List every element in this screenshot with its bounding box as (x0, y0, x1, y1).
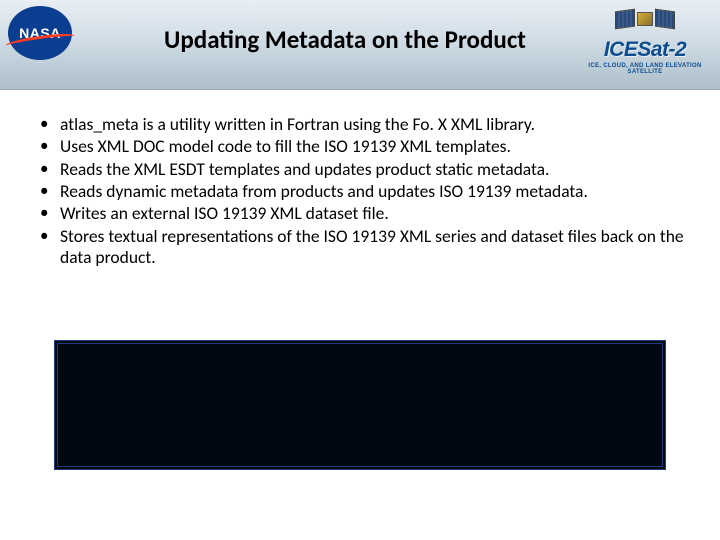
diagram-placeholder-box (54, 340, 666, 470)
header-band: NASA Updating Metadata on the Product IC… (0, 0, 720, 90)
bullet-list: atlas_meta is a utility written in Fortr… (34, 114, 686, 268)
slide: NASA Updating Metadata on the Product IC… (0, 0, 720, 540)
slide-title: Updating Metadata on the Product (120, 24, 570, 55)
satellite-icon (615, 4, 675, 36)
icesat-subtitle: ICE, CLOUD, AND LAND ELEVATION SATELLITE (576, 63, 714, 75)
content-area: atlas_meta is a utility written in Fortr… (0, 90, 720, 268)
icesat-suffix: -2 (669, 38, 687, 61)
nasa-logo: NASA (8, 6, 72, 60)
bullet-item: Stores textual representations of the IS… (34, 226, 686, 269)
bullet-item: Uses XML DOC model code to fill the ISO … (34, 136, 686, 157)
bullet-item: Reads the XML ESDT templates and updates… (34, 159, 686, 180)
icesat-name: ICESat (604, 38, 669, 61)
icesat-logo-block: ICESat-2 ICE, CLOUD, AND LAND ELEVATION … (576, 4, 714, 75)
bullet-item: atlas_meta is a utility written in Fortr… (34, 114, 686, 135)
bullet-item: Reads dynamic metadata from products and… (34, 181, 686, 202)
bullet-item: Writes an external ISO 19139 XML dataset… (34, 203, 686, 224)
icesat-logo-text: ICESat-2 (576, 38, 714, 62)
